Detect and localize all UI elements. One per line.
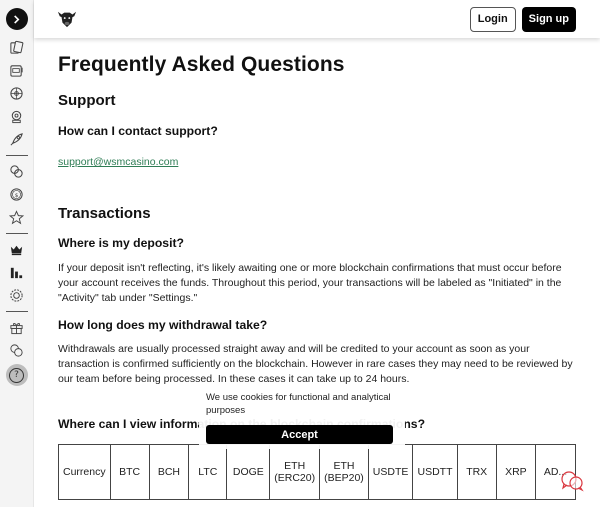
signup-button[interactable]: Sign up (521, 6, 576, 32)
table-cell-usdte: USDTE (367, 444, 414, 500)
table-cell-bch: BCH (148, 444, 190, 500)
question-withdrawal: How long does my withdrawal take? (58, 318, 268, 332)
support-email-link[interactable]: support@wsmcasino.com (58, 156, 178, 168)
sidebar-item-currency[interactable] (8, 342, 26, 360)
casino-chip-icon (10, 289, 23, 302)
table-cell-xrp: XRP (495, 444, 537, 500)
table-cell-doge: DOGE (226, 444, 271, 500)
table-cell-currency: Currency (58, 444, 111, 500)
sidebar-item-crash[interactable] (8, 131, 26, 149)
table-cell-btc: BTC (109, 444, 150, 500)
sidebar-item-favorites[interactable] (8, 209, 26, 227)
sidebar-item-coin[interactable]: $ (8, 186, 26, 204)
section-heading-transactions: Transactions (58, 205, 151, 222)
accept-cookies-button[interactable]: Accept (206, 425, 393, 444)
sidebar-item-chip[interactable] (8, 287, 26, 305)
roulette-icon (10, 87, 23, 100)
cookie-text: We use cookies for functional and analyt… (206, 392, 391, 416)
playing-cards-icon (10, 40, 24, 54)
sidebar-item-cards[interactable] (8, 39, 26, 57)
sidebar-divider (5, 155, 28, 156)
question-deposit: Where is my deposit? (58, 236, 184, 250)
chat-bubbles-icon[interactable] (560, 470, 584, 492)
sidebar-divider (5, 233, 28, 234)
sports-balls-icon (10, 165, 23, 178)
table-cell-ltc: LTC (188, 444, 228, 500)
sidebar: $ ? (0, 0, 34, 507)
sidebar-item-leaderboard[interactable] (8, 264, 26, 282)
table-cell-eth-erc20: ETH (ERC20) (269, 444, 321, 500)
table-cell-trx: TRX (456, 444, 497, 500)
gift-icon (10, 323, 23, 335)
sidebar-item-promotions[interactable] (8, 319, 26, 337)
crown-icon (10, 245, 23, 256)
table-row: Currency BTC BCH LTC DOGE ETH (ERC20) ET… (58, 444, 576, 500)
chevron-right-icon (14, 14, 20, 24)
sidebar-item-lottery[interactable] (8, 108, 26, 126)
table-cell-usdtt: USDTT (412, 444, 458, 500)
sidebar-toggle-button[interactable] (5, 8, 28, 30)
login-button[interactable]: Login (469, 6, 516, 32)
rocket-icon (10, 133, 23, 146)
bull-logo[interactable] (56, 9, 78, 29)
table-cell-eth-bep20: ETH (BEP20) (319, 444, 369, 500)
sidebar-item-help[interactable]: ? (5, 364, 28, 386)
sidebar-item-vip[interactable] (8, 241, 26, 259)
sidebar-item-slots[interactable] (8, 62, 26, 80)
bar-chart-icon (10, 267, 23, 279)
slot-machine-icon (10, 65, 23, 77)
lottery-ball-icon (11, 110, 22, 124)
cookie-banner: We use cookies for functional and analyt… (199, 387, 405, 449)
star-icon (9, 210, 24, 225)
dollar-coin-icon: $ (10, 188, 23, 201)
answer-deposit: If your deposit isn't reflecting, it's l… (58, 262, 562, 304)
answer-withdrawal: Withdrawals are usually processed straig… (58, 343, 573, 385)
currency-exchange-icon (10, 344, 23, 357)
top-header: Login Sign up (34, 0, 600, 38)
question-mark-icon: ? (9, 367, 24, 383)
question-contact-support: How can I contact support? (58, 124, 218, 138)
page-title: Frequently Asked Questions (58, 53, 345, 76)
sidebar-divider (5, 311, 28, 312)
currency-table: Currency BTC BCH LTC DOGE ETH (ERC20) ET… (58, 444, 576, 500)
sidebar-item-roulette[interactable] (8, 85, 26, 103)
svg-text:$: $ (15, 193, 19, 199)
sidebar-item-sports[interactable] (8, 163, 26, 181)
section-heading-support: Support (58, 92, 116, 109)
